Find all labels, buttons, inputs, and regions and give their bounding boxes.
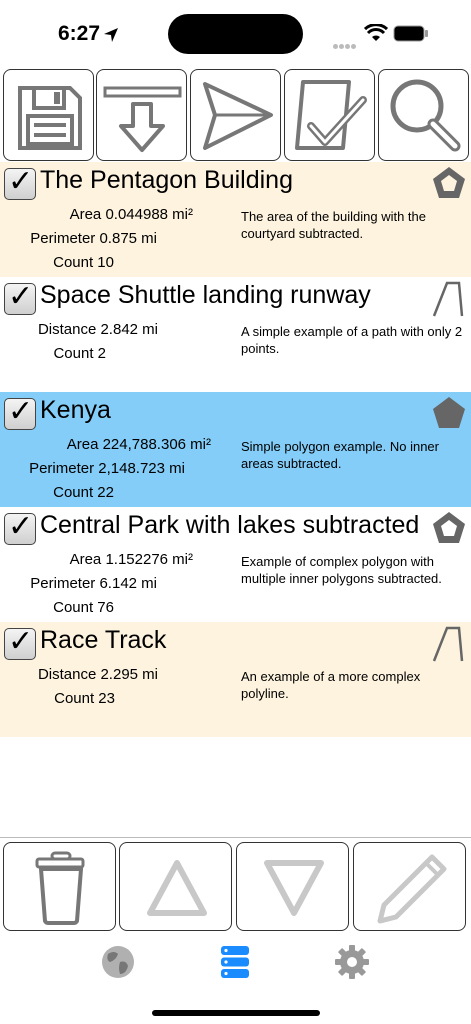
cellular-signal-icon — [333, 36, 357, 54]
item-checkbox[interactable]: ✓ — [4, 164, 36, 200]
item-checkbox[interactable]: ✓ — [4, 624, 36, 660]
paper-plane-icon — [203, 82, 273, 150]
item-count: Count 23 — [54, 690, 115, 707]
item-description: Simple polygon example. No inner areas s… — [241, 439, 439, 471]
tab-settings[interactable] — [332, 942, 372, 982]
item-checkbox[interactable]: ✓ — [4, 279, 36, 315]
tab-bar — [0, 936, 471, 996]
checkmark-icon: ✓ — [8, 624, 34, 659]
polyline-icon — [432, 626, 464, 662]
delete-button[interactable] — [3, 842, 116, 931]
send-button[interactable] — [190, 69, 281, 161]
item-title: Space Shuttle landing runway — [40, 281, 371, 309]
item-checkbox[interactable]: ✓ — [4, 394, 36, 430]
import-button[interactable] — [96, 69, 187, 161]
checkmark-icon: ✓ — [8, 164, 34, 199]
list-icon — [221, 946, 249, 978]
polyline-icon — [432, 281, 464, 317]
magnifier-icon — [390, 79, 461, 152]
triangle-down-icon — [264, 860, 324, 916]
search-button[interactable] — [378, 69, 469, 161]
polygon-with-hole-icon — [433, 167, 465, 198]
pencil-icon — [377, 854, 447, 924]
trash-can-icon — [35, 851, 85, 925]
item-distance: Distance 2.842 mi — [37, 321, 158, 338]
item-count: Count 76 — [53, 599, 114, 616]
list-item-kenya[interactable]: ✓ Kenya Area 224,788.306 mi² Perimeter 2… — [0, 392, 471, 507]
location-arrow-icon — [104, 28, 118, 42]
wifi-icon — [364, 24, 388, 41]
item-description: A simple example of a path with only 2 p… — [241, 324, 463, 356]
toolbar — [0, 66, 471, 162]
battery-icon — [393, 25, 428, 42]
item-description: The area of the building with the courty… — [241, 209, 427, 241]
list-item-runway[interactable]: ✓ Space Shuttle landing runway Distance … — [0, 277, 471, 392]
move-up-button[interactable] — [119, 842, 232, 931]
status-time: 6:27 — [58, 22, 101, 45]
item-checkbox[interactable]: ✓ — [4, 509, 36, 545]
item-count: Count 22 — [53, 484, 114, 501]
item-perimeter: Perimeter 6.142 mi — [30, 575, 157, 592]
item-distance: Distance 2.295 mi — [37, 666, 158, 683]
item-area: Area 1.152276 mi² — [69, 551, 193, 568]
checkbox-icon — [295, 80, 367, 150]
checkmark-icon: ✓ — [8, 394, 34, 429]
dynamic-island — [168, 14, 303, 54]
item-area: Area 224,788.306 mi² — [66, 436, 211, 453]
item-title: Kenya — [40, 396, 111, 424]
tab-list[interactable] — [215, 942, 255, 982]
divider — [0, 837, 471, 838]
checkmark-icon: ✓ — [8, 509, 34, 544]
download-arrow-icon — [103, 86, 182, 152]
gear-icon — [335, 945, 369, 979]
item-perimeter: Perimeter 0.875 mi — [30, 230, 157, 247]
edit-button[interactable] — [353, 842, 466, 931]
floppy-disk-icon — [18, 86, 82, 150]
item-description: Example of complex polygon with multiple… — [241, 554, 442, 586]
status-bar: 6:27 — [0, 0, 471, 66]
item-title: Central Park with lakes subtracted — [40, 511, 420, 539]
list-item-central-park[interactable]: ✓ Central Park with lakes subtracted Are… — [0, 507, 471, 622]
item-area: Area 0.044988 mi² — [69, 206, 193, 223]
list-item-race-track[interactable]: ✓ Race Track Distance 2.295 mi Count 23 … — [0, 622, 471, 737]
home-indicator — [152, 1010, 320, 1016]
checkmark-icon: ✓ — [8, 279, 34, 314]
item-count: Count 2 — [53, 345, 106, 362]
list-item-pentagon[interactable]: ✓ The Pentagon Building Area 0.044988 mi… — [0, 162, 471, 277]
item-title: The Pentagon Building — [40, 166, 293, 194]
move-down-button[interactable] — [236, 842, 349, 931]
item-description: An example of a more complex polyline. — [241, 669, 421, 701]
shape-list: ✓ The Pentagon Building Area 0.044988 mi… — [0, 162, 471, 737]
polygon-with-hole-icon — [433, 512, 465, 543]
globe-icon — [102, 946, 134, 978]
select-button[interactable] — [284, 69, 375, 161]
action-bar — [0, 840, 471, 935]
item-perimeter: Perimeter 2,148.723 mi — [29, 460, 185, 477]
item-count: Count 10 — [53, 254, 114, 271]
triangle-up-icon — [147, 860, 207, 916]
tab-map[interactable] — [98, 942, 138, 982]
save-button[interactable] — [3, 69, 94, 161]
polygon-icon — [433, 397, 465, 428]
item-title: Race Track — [40, 626, 167, 654]
